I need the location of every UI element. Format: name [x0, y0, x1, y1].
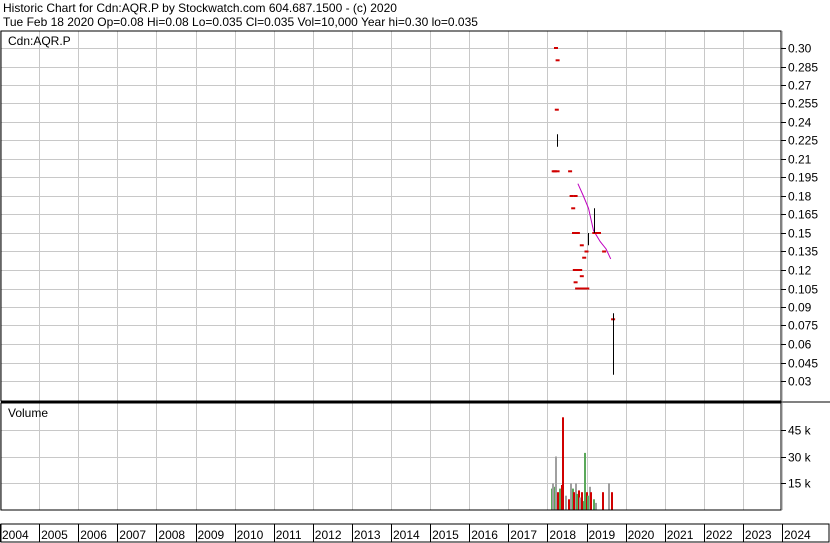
price-tick-label: 0.225 [788, 134, 818, 148]
year-tick-label: 2013 [354, 528, 381, 542]
year-tick-label: 2011 [276, 528, 302, 542]
year-tick-label: 2006 [80, 528, 107, 542]
price-tick-label: 0.15 [788, 227, 812, 241]
volume-bar [562, 417, 564, 510]
header-line-2: Tue Feb 18 2020 Op=0.08 Hi=0.08 Lo=0.035… [3, 15, 478, 29]
price-tick-label: 0.045 [788, 357, 818, 371]
volume-bar [555, 456, 557, 510]
year-tick-label: 2016 [471, 528, 498, 542]
volume-bar [557, 492, 559, 510]
volume-bar [584, 452, 586, 510]
price-tick-label: 0.24 [788, 116, 812, 130]
volume-bar [552, 483, 554, 511]
year-tick-label: 2008 [158, 528, 185, 542]
year-tick-label: 2007 [119, 528, 146, 542]
year-tick-label: 2020 [628, 528, 655, 542]
price-tick-label: 0.105 [788, 283, 818, 297]
price-panel-title: Cdn:AQR.P [8, 34, 71, 48]
price-tick-label: 0.03 [788, 375, 812, 389]
volume-bar [565, 495, 567, 510]
price-tick-label: 0.195 [788, 171, 818, 185]
volume-bar [611, 492, 613, 510]
price-tick-label: 0.30 [788, 42, 812, 56]
price-tick-label: 0.075 [788, 319, 818, 333]
volume-bar [579, 497, 581, 510]
volume-bar [573, 492, 575, 510]
chart-canvas: Historic Chart for Cdn:AQR.P by Stockwat… [0, 0, 830, 543]
volume-bar [587, 495, 589, 510]
volume-bar [576, 493, 578, 510]
year-tick-label: 2017 [510, 528, 537, 542]
price-tick-label: 0.135 [788, 245, 818, 259]
header-line-1: Historic Chart for Cdn:AQR.P by Stockwat… [3, 1, 397, 15]
volume-bar [559, 488, 561, 510]
year-tick-label: 2009 [198, 528, 225, 542]
year-tick-label: 2019 [589, 528, 616, 542]
background [0, 0, 830, 543]
price-tick-label: 0.12 [788, 264, 812, 278]
year-tick-label: 2024 [784, 528, 811, 542]
year-tick-label: 2023 [745, 528, 772, 542]
volume-tick-label: 30 k [788, 451, 812, 465]
year-tick-label: 2014 [393, 528, 420, 542]
year-tick-label: 2015 [432, 528, 459, 542]
price-tick-label: 0.27 [788, 79, 812, 93]
year-tick-label: 2022 [706, 528, 733, 542]
price-tick-label: 0.21 [788, 153, 812, 167]
volume-tick-label: 45 k [788, 424, 812, 438]
volume-bar [590, 492, 592, 510]
year-tick-label: 2005 [41, 528, 68, 542]
volume-bar [602, 492, 604, 510]
year-tick-label: 2010 [237, 528, 264, 542]
price-tick-label: 0.06 [788, 338, 812, 352]
price-tick-label: 0.165 [788, 208, 818, 222]
volume-bar [568, 499, 570, 510]
year-tick-label: 2012 [315, 528, 342, 542]
volume-bar [608, 483, 610, 511]
volume-panel-title: Volume [8, 406, 48, 420]
volume-bar [581, 492, 583, 510]
price-tick-label: 0.09 [788, 301, 812, 315]
year-tick-label: 2004 [2, 528, 29, 542]
price-tick-label: 0.285 [788, 61, 818, 75]
volume-tick-label: 15 k [788, 477, 812, 491]
year-tick-label: 2021 [667, 528, 694, 542]
grid [0, 31, 783, 510]
volume-bar [593, 499, 595, 510]
stock-chart: Historic Chart for Cdn:AQR.P by Stockwat… [0, 0, 830, 543]
volume-bar [595, 502, 597, 510]
price-tick-label: 0.18 [788, 190, 812, 204]
year-tick-label: 2018 [549, 528, 576, 542]
volume-bar [570, 483, 572, 511]
price-tick-label: 0.255 [788, 97, 818, 111]
